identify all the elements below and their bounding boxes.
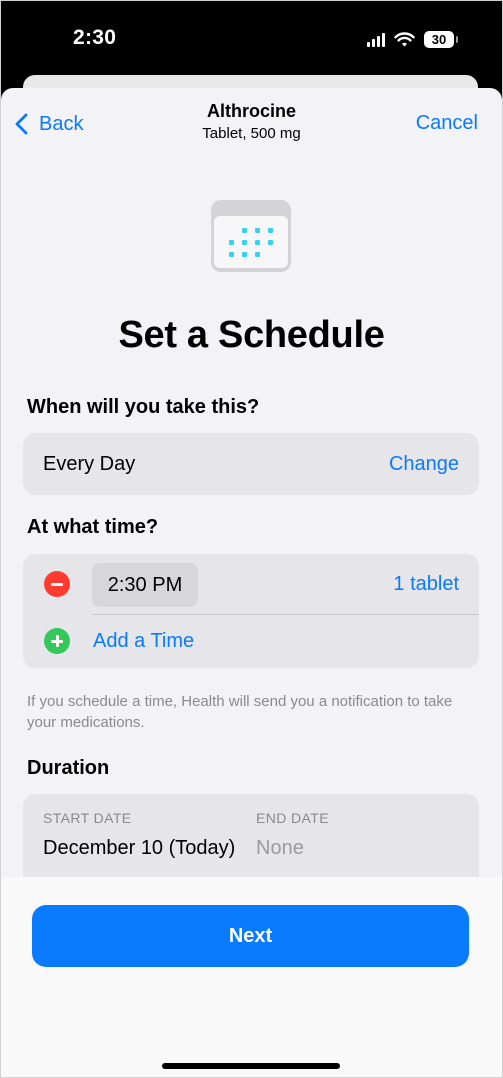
navigation-bar: Back Althrocine Tablet, 500 mg Cancel (1, 88, 502, 158)
cancel-button[interactable]: Cancel (416, 112, 478, 135)
time-group: 2:30 PM 1 tablet Add a Time (23, 554, 479, 668)
status-time: 2:30 (73, 26, 117, 49)
dose-selector[interactable]: 1 tablet (393, 573, 459, 596)
wifi-icon (394, 31, 415, 46)
end-date-caption: END DATE (256, 810, 329, 826)
calendar-icon (211, 200, 291, 272)
duration-heading: Duration (27, 757, 110, 779)
time-heading: At what time? (27, 516, 159, 538)
schedule-sheet: Back Althrocine Tablet, 500 mg Cancel Se… (1, 88, 502, 1077)
phone-screen: 2:30 30 Back Althrocine Tablet, 500 mg C… (0, 0, 503, 1078)
cellular-signal-icon (367, 32, 385, 47)
battery-icon: 30 (424, 31, 458, 48)
change-frequency-button[interactable]: Change (389, 453, 459, 476)
next-button[interactable]: Next (32, 905, 469, 967)
status-bar: 2:30 30 (1, 1, 502, 81)
start-date-value[interactable]: December 10 (Today) (43, 837, 235, 860)
add-time-icon[interactable] (44, 628, 70, 654)
end-date-value[interactable]: None (256, 837, 304, 860)
footer: Next (1, 877, 502, 1077)
frequency-heading: When will you take this? (27, 396, 260, 418)
home-indicator (162, 1063, 340, 1069)
row-divider (93, 614, 479, 615)
frequency-value: Every Day (43, 453, 136, 475)
status-icons: 30 (367, 31, 458, 48)
frequency-row: Every Day Change (23, 433, 479, 495)
page-title: Set a Schedule (118, 314, 385, 356)
time-picker[interactable]: 2:30 PM (92, 563, 198, 607)
remove-time-button[interactable] (44, 571, 70, 597)
add-time-button[interactable]: Add a Time (93, 630, 194, 653)
start-date-caption: START DATE (43, 810, 132, 826)
notification-note: If you schedule a time, Health will send… (27, 693, 453, 731)
